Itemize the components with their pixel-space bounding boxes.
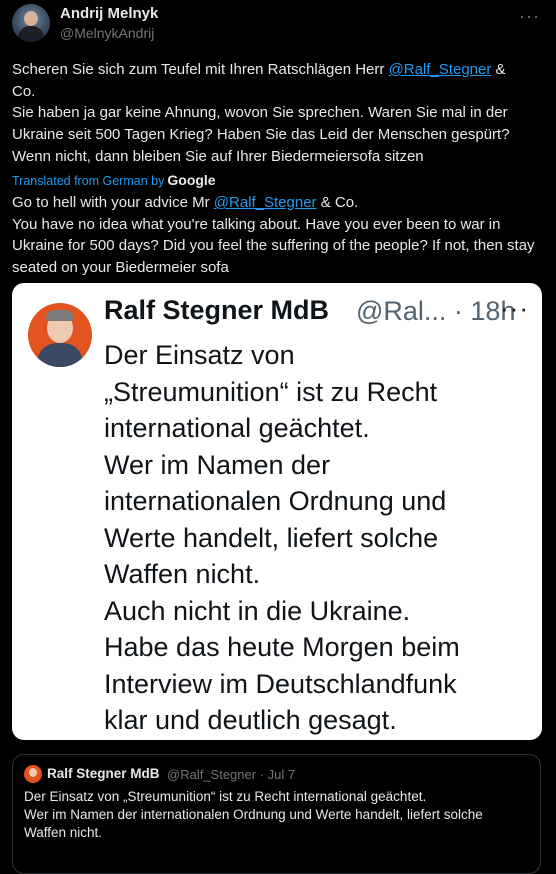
author-avatar[interactable] xyxy=(12,4,50,42)
quoted-author-name: Ralf Stegner MdB xyxy=(47,766,160,781)
quoted-tweet-text: Der Einsatz von „Streumunition“ ist zu R… xyxy=(24,788,534,842)
author-name[interactable]: Andrij Melnyk xyxy=(60,5,158,22)
quoted-author-avatar xyxy=(24,765,42,783)
original-text-part: Sie haben ja gar keine Ahnung, wovon Sie… xyxy=(12,104,510,165)
quoted-handle-date: @Ralf_Stegner · Jul 7 xyxy=(167,767,296,782)
quoted-line: Der Einsatz von „Streumunition“ ist zu R… xyxy=(24,789,427,804)
card-line: Der Einsatz von xyxy=(104,340,295,370)
google-logo: Google xyxy=(167,172,216,188)
card-line: Habe das heute Morgen beim xyxy=(104,632,460,662)
card-author-name: Ralf Stegner MdB xyxy=(104,295,330,325)
translation-text-part: Go to hell with your advice Mr xyxy=(12,194,214,211)
card-line: Werte handelt, liefert solche xyxy=(104,522,439,553)
card-line: Waffen nicht. xyxy=(104,559,261,589)
card-line: Auch nicht in die Ukraine. xyxy=(104,595,411,626)
translated-label: Translated from German by xyxy=(12,174,165,188)
tweet-translation-text: Go to hell with your advice Mr @Ralf_Ste… xyxy=(12,192,542,279)
card-line: Interview im Deutschlandfunk xyxy=(104,668,457,699)
original-text-part: Scheren Sie sich zum Teufel mit Ihren Ra… xyxy=(12,61,389,78)
card-body-text: Der Einsatz von „Streumunition“ ist zu R… xyxy=(104,337,534,739)
quoted-line: Waffen nicht. xyxy=(24,825,103,840)
quoted-line: Wer im Namen der internationalen Ordnung… xyxy=(24,807,483,822)
translation-attribution: Translated from German by Google xyxy=(12,172,216,188)
screenshot-image[interactable]: Ralf Stegner MdB @Ral... · 18h ··· Der E… xyxy=(12,283,542,740)
translation-text-part: & Co. xyxy=(316,194,359,211)
original-text-part: & xyxy=(491,61,506,78)
translation-text-part: You have no idea what you're talking abo… xyxy=(12,215,535,277)
quoted-tweet[interactable]: Ralf Stegner MdB @Ralf_Stegner · Jul 7 D… xyxy=(12,754,541,874)
more-horizontal-icon: ··· xyxy=(500,293,529,323)
original-text-part: Co. xyxy=(12,82,36,100)
card-handle-time: @Ral... · 18h xyxy=(356,296,516,326)
mention-link[interactable]: @Ralf_Stegner xyxy=(389,61,492,78)
card-avatar xyxy=(28,303,92,367)
card-line: Wer im Namen der xyxy=(104,449,331,480)
card-line: international geächtet. xyxy=(104,413,370,443)
tweet-header: Andrij Melnyk @MelnykAndrij ··· xyxy=(12,4,544,44)
card-line: klar und deutlich gesagt. xyxy=(104,705,397,735)
mention-link[interactable]: @Ralf_Stegner xyxy=(214,194,317,211)
card-line: „Streumunition“ ist zu Recht xyxy=(104,376,438,407)
more-horizontal-icon[interactable]: ··· xyxy=(519,6,540,27)
card-line: internationalen Ordnung und xyxy=(104,486,447,516)
tweet-original-text: Scheren Sie sich zum Teufel mit Ihren Ra… xyxy=(12,59,542,168)
author-handle[interactable]: @MelnykAndrij xyxy=(60,25,154,41)
